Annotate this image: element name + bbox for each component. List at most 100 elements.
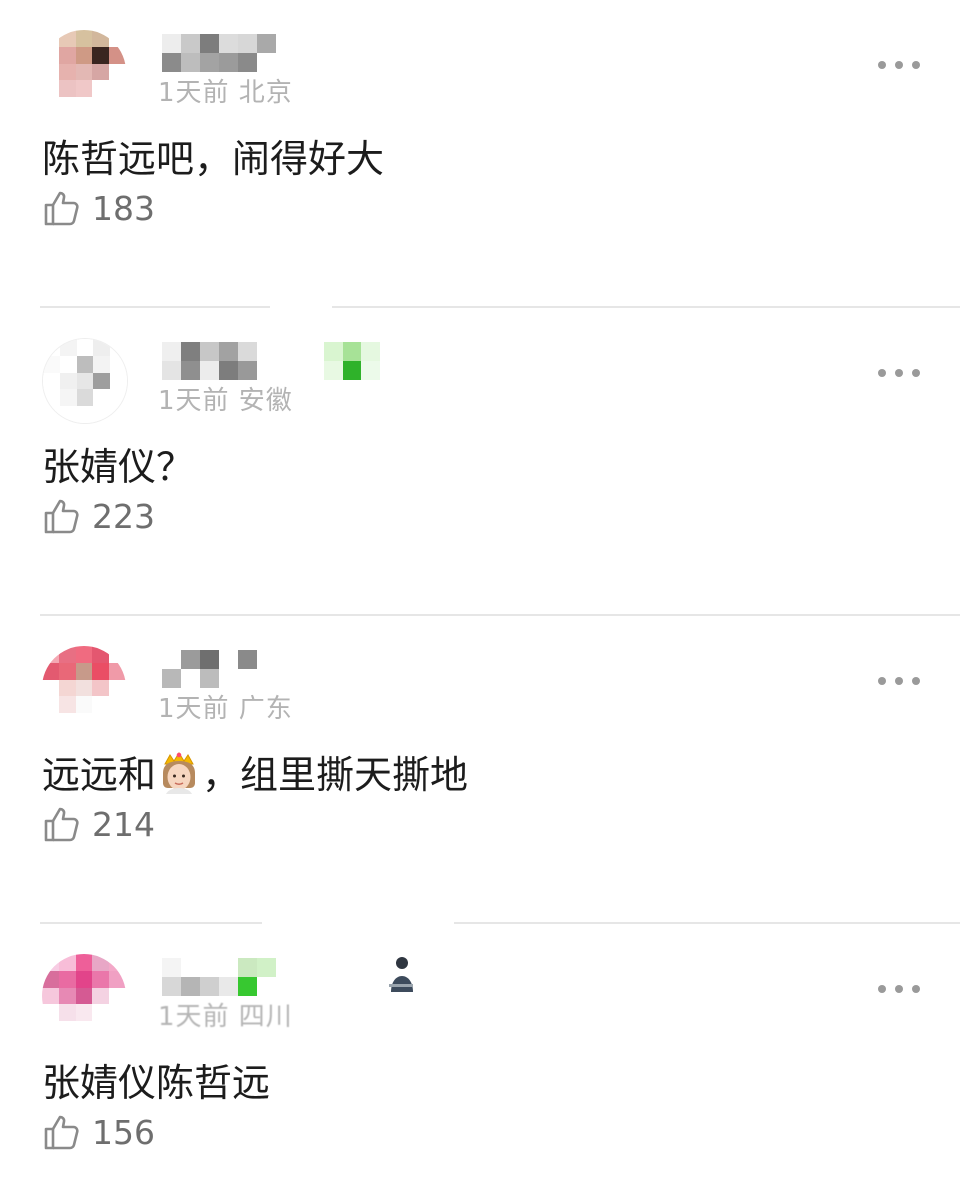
avatar-pixel (42, 987, 59, 1005)
avatar-pixel (109, 696, 126, 714)
username[interactable] (162, 958, 276, 996)
avatar-pixel (109, 97, 126, 114)
avatar-pixel (76, 339, 94, 356)
avatar-pixel (76, 372, 94, 390)
more-options-button[interactable] (878, 671, 920, 691)
avatar-pixel (92, 646, 110, 663)
comment-meta: 1天前 安徽 (158, 386, 293, 416)
avatar-pixel (75, 80, 93, 98)
username-pixel (200, 669, 219, 688)
avatar-pixel (75, 1004, 93, 1022)
username-pixel (181, 34, 200, 53)
username-pixel (200, 53, 219, 72)
avatar-pixel (58, 662, 76, 680)
username-pixel (200, 342, 219, 361)
avatar[interactable] (42, 338, 128, 424)
avatar-pixel (42, 696, 59, 714)
avatar-pixel (75, 696, 93, 714)
comment-meta: 1天前 广东 (158, 694, 293, 724)
avatar[interactable] (42, 30, 126, 114)
username-pixel (238, 958, 257, 977)
username-pixel (181, 977, 200, 996)
avatar-pixel (75, 97, 93, 114)
username[interactable] (162, 650, 276, 688)
avatar-pixel (109, 46, 126, 64)
username-pixel (181, 958, 200, 977)
username-pixel (238, 361, 257, 380)
comment-meta: 1天前 四川 (158, 1002, 293, 1032)
avatar[interactable] (42, 646, 126, 730)
avatar-pixel (42, 662, 59, 680)
man-laptop-icon (389, 957, 413, 992)
username-pixel (162, 958, 181, 977)
avatar-pixel (92, 987, 110, 1005)
avatar-pixel (92, 679, 110, 697)
avatar-pixel (43, 406, 60, 423)
avatar-pixel (42, 80, 59, 98)
avatar-pixel (43, 372, 60, 390)
princess-crown-emoji (163, 752, 196, 794)
avatar-pixel (42, 646, 59, 663)
avatar-pixel (58, 679, 76, 697)
avatar-pixel (109, 646, 126, 663)
like-count: 156 (92, 1112, 155, 1152)
username-pixel (162, 650, 181, 669)
avatar-pixel (42, 46, 59, 64)
avatar-pixel (59, 339, 77, 356)
avatar-pixel (42, 954, 59, 971)
avatar-pixel (75, 30, 93, 47)
comment-text-part: ，组里撕天撕地 (202, 753, 469, 797)
username-pixel (219, 34, 238, 53)
avatar-pixel (92, 30, 110, 47)
avatar-pixel (109, 1021, 126, 1038)
avatar-pixel (93, 355, 111, 373)
username-pixel (219, 361, 238, 380)
comment-item: 1天前 安徽 张婧仪？ 223 (0, 308, 960, 616)
avatar-pixel (75, 713, 93, 730)
avatar-pixel (76, 389, 94, 407)
username-pixel (200, 34, 219, 53)
username-pixel (181, 669, 200, 688)
username-pixel (181, 361, 200, 380)
avatar-pixel (109, 970, 126, 988)
like-button[interactable]: 223 (42, 494, 155, 538)
avatar-pixel (93, 372, 111, 390)
like-button[interactable]: 156 (42, 1110, 155, 1154)
avatar-pixel (110, 389, 127, 407)
avatar-pixel (58, 646, 76, 663)
more-options-button[interactable] (878, 363, 920, 383)
avatar-pixel (75, 46, 93, 64)
avatar-pixel (93, 339, 111, 356)
avatar-pixel (58, 987, 76, 1005)
comment-text: 张婧仪？ (42, 445, 195, 489)
more-options-button[interactable] (878, 979, 920, 999)
dot-icon (912, 985, 920, 993)
comment-meta: 1天前 北京 (158, 78, 293, 108)
avatar-pixel (110, 339, 127, 356)
avatar-pixel (75, 662, 93, 680)
username-pixel (162, 977, 181, 996)
avatar-pixel (58, 713, 76, 730)
more-options-button[interactable] (878, 55, 920, 75)
avatar-pixel (92, 63, 110, 81)
username-pixel (219, 977, 238, 996)
username-pixel (219, 958, 238, 977)
avatar-pixel (75, 679, 93, 697)
username[interactable] (162, 34, 276, 72)
like-button[interactable]: 183 (42, 186, 155, 230)
like-count: 183 (92, 188, 155, 228)
avatar-pixel (75, 646, 93, 663)
username[interactable] (162, 342, 276, 380)
avatar-pixel (58, 63, 76, 81)
username-pixel (219, 342, 238, 361)
avatar-pixel (109, 713, 126, 730)
username-pixel (238, 342, 257, 361)
avatar-pixel (109, 987, 126, 1005)
avatar-pixel (92, 1021, 110, 1038)
avatar[interactable] (42, 954, 126, 1038)
dot-icon (895, 985, 903, 993)
comment-text: 远远和 ，组里撕天撕地 (42, 744, 468, 806)
avatar-pixel (59, 389, 77, 407)
avatar-pixel (42, 970, 59, 988)
like-button[interactable]: 214 (42, 802, 155, 846)
